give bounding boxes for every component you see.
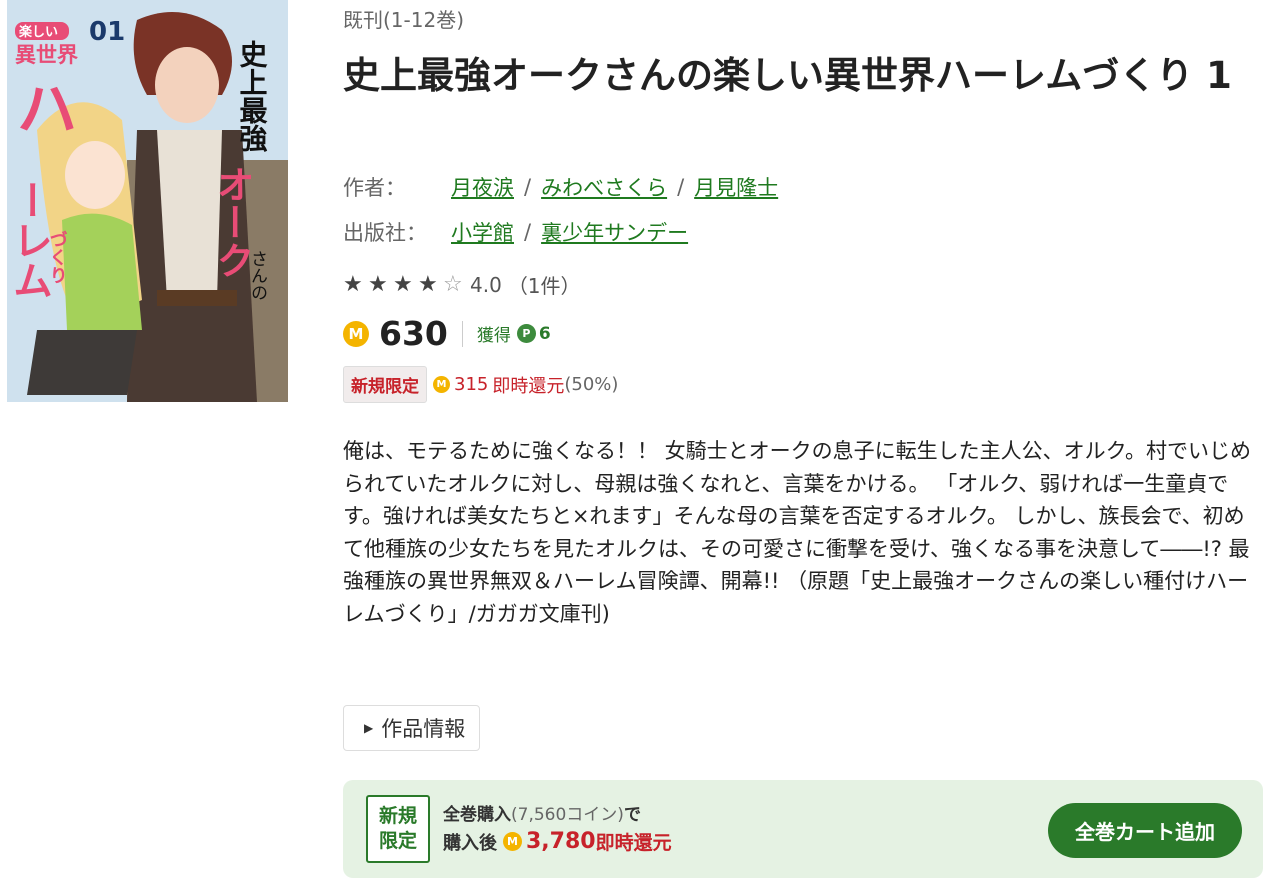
author-link-3[interactable]: 月見隆士: [694, 172, 778, 202]
publisher-label: 出版社：: [343, 221, 427, 245]
description: 俺は、モテるために強くなる！！ 女騎士とオークの息子に転生した主人公、オルク。村…: [343, 439, 1251, 626]
star-empty-icon: ☆: [443, 272, 463, 297]
badge-line-2: 限定: [378, 830, 417, 852]
coin-icon: M: [503, 832, 522, 851]
divider: [461, 320, 463, 347]
rating-value: 4.0: [470, 272, 502, 297]
price-row: M 630 獲得 P 6: [343, 314, 551, 353]
svg-text:史上最強: 史上最強: [236, 40, 269, 153]
page-title: 史上最強オークさんの楽しい異世界ハーレムづくり 1: [343, 54, 1232, 97]
star-filled-icon: ★: [368, 272, 388, 297]
bundle-return-label: 即時還元: [595, 832, 672, 854]
work-info-toggle[interactable]: ▶ 作品情報: [343, 705, 481, 751]
publisher-link[interactable]: 小学館: [451, 217, 514, 247]
author-link-2[interactable]: みわべさくら: [541, 172, 667, 202]
bundle-line-1: 全巻購入(7,560コイン)で: [443, 800, 641, 825]
add-all-to-cart-button[interactable]: 全巻カート追加: [1048, 803, 1242, 858]
svg-text:づくり: づくり: [47, 230, 68, 284]
star-filled-icon: ★: [418, 272, 438, 297]
svg-text:ハ: ハ: [17, 75, 77, 145]
bundle-after-label: 購入後: [443, 832, 497, 854]
svg-text:楽しい: 楽しい: [18, 24, 58, 40]
new-user-badge: 新規 限定: [366, 795, 430, 863]
work-info-label: 作品情報: [381, 717, 466, 741]
point-icon: P: [516, 324, 536, 343]
caret-right-icon: ▶: [364, 721, 374, 735]
coin-icon: M: [343, 320, 369, 347]
promo-percent: (50%): [564, 374, 619, 395]
author-link-1[interactable]: 月夜涙: [451, 172, 514, 202]
promo-label: 即時還元: [492, 375, 565, 397]
svg-text:ーレム: ーレム: [7, 180, 52, 300]
coin-icon: M: [433, 376, 450, 393]
series-label[interactable]: 既刊(1-12巻): [343, 4, 464, 33]
bundle-return-amount: 3,780: [526, 829, 596, 854]
bundle-line-2: 購入後 M 3,780 即時還元: [443, 828, 672, 855]
earn-label: 獲得: [476, 326, 511, 346]
svg-text:さんの: さんの: [247, 250, 267, 301]
promo-row: 新規限定 M 315 即時還元 (50%): [343, 366, 618, 403]
publisher-row: 出版社： 小学館 / 裏少年サンデー: [343, 217, 688, 247]
author-label: 作者：: [343, 176, 406, 200]
star-filled-icon: ★: [393, 272, 413, 297]
separator: /: [524, 220, 532, 244]
bundle-coins: (7,560コイン): [511, 805, 624, 825]
promo-text: M 315 即時還元 (50%): [433, 372, 618, 398]
svg-text:異世界: 異世界: [15, 43, 78, 67]
bundle-line1-end: で: [623, 805, 641, 825]
rating[interactable]: ★ ★ ★ ★ ☆ 4.0 （1件）: [343, 270, 581, 299]
rating-count: （1件）: [507, 274, 581, 298]
badge-line-1: 新規: [378, 805, 417, 827]
bundle-purchase-box: 新規 限定 全巻購入(7,560コイン)で 購入後 M 3,780 即時還元 全…: [343, 780, 1263, 878]
separator: /: [524, 175, 532, 199]
price-amount: 630: [379, 314, 448, 353]
author-row: 作者： 月夜涙 / みわべさくら / 月見隆士: [343, 172, 778, 202]
star-filled-icon: ★: [343, 272, 363, 297]
earn-points: 獲得 P 6: [476, 321, 551, 347]
label-link[interactable]: 裏少年サンデー: [541, 217, 688, 247]
promo-amount: 315: [454, 374, 489, 395]
bundle-label: 全巻購入: [443, 805, 511, 825]
earn-points-value: 6: [538, 323, 551, 344]
separator: /: [677, 175, 685, 199]
cover-volume-number: 01: [89, 17, 125, 47]
book-cover-image[interactable]: 史上最強 オーク さんの 01 楽しい 異世界 ハ ーレム づくり: [7, 0, 288, 402]
new-user-badge: 新規限定: [343, 366, 427, 403]
